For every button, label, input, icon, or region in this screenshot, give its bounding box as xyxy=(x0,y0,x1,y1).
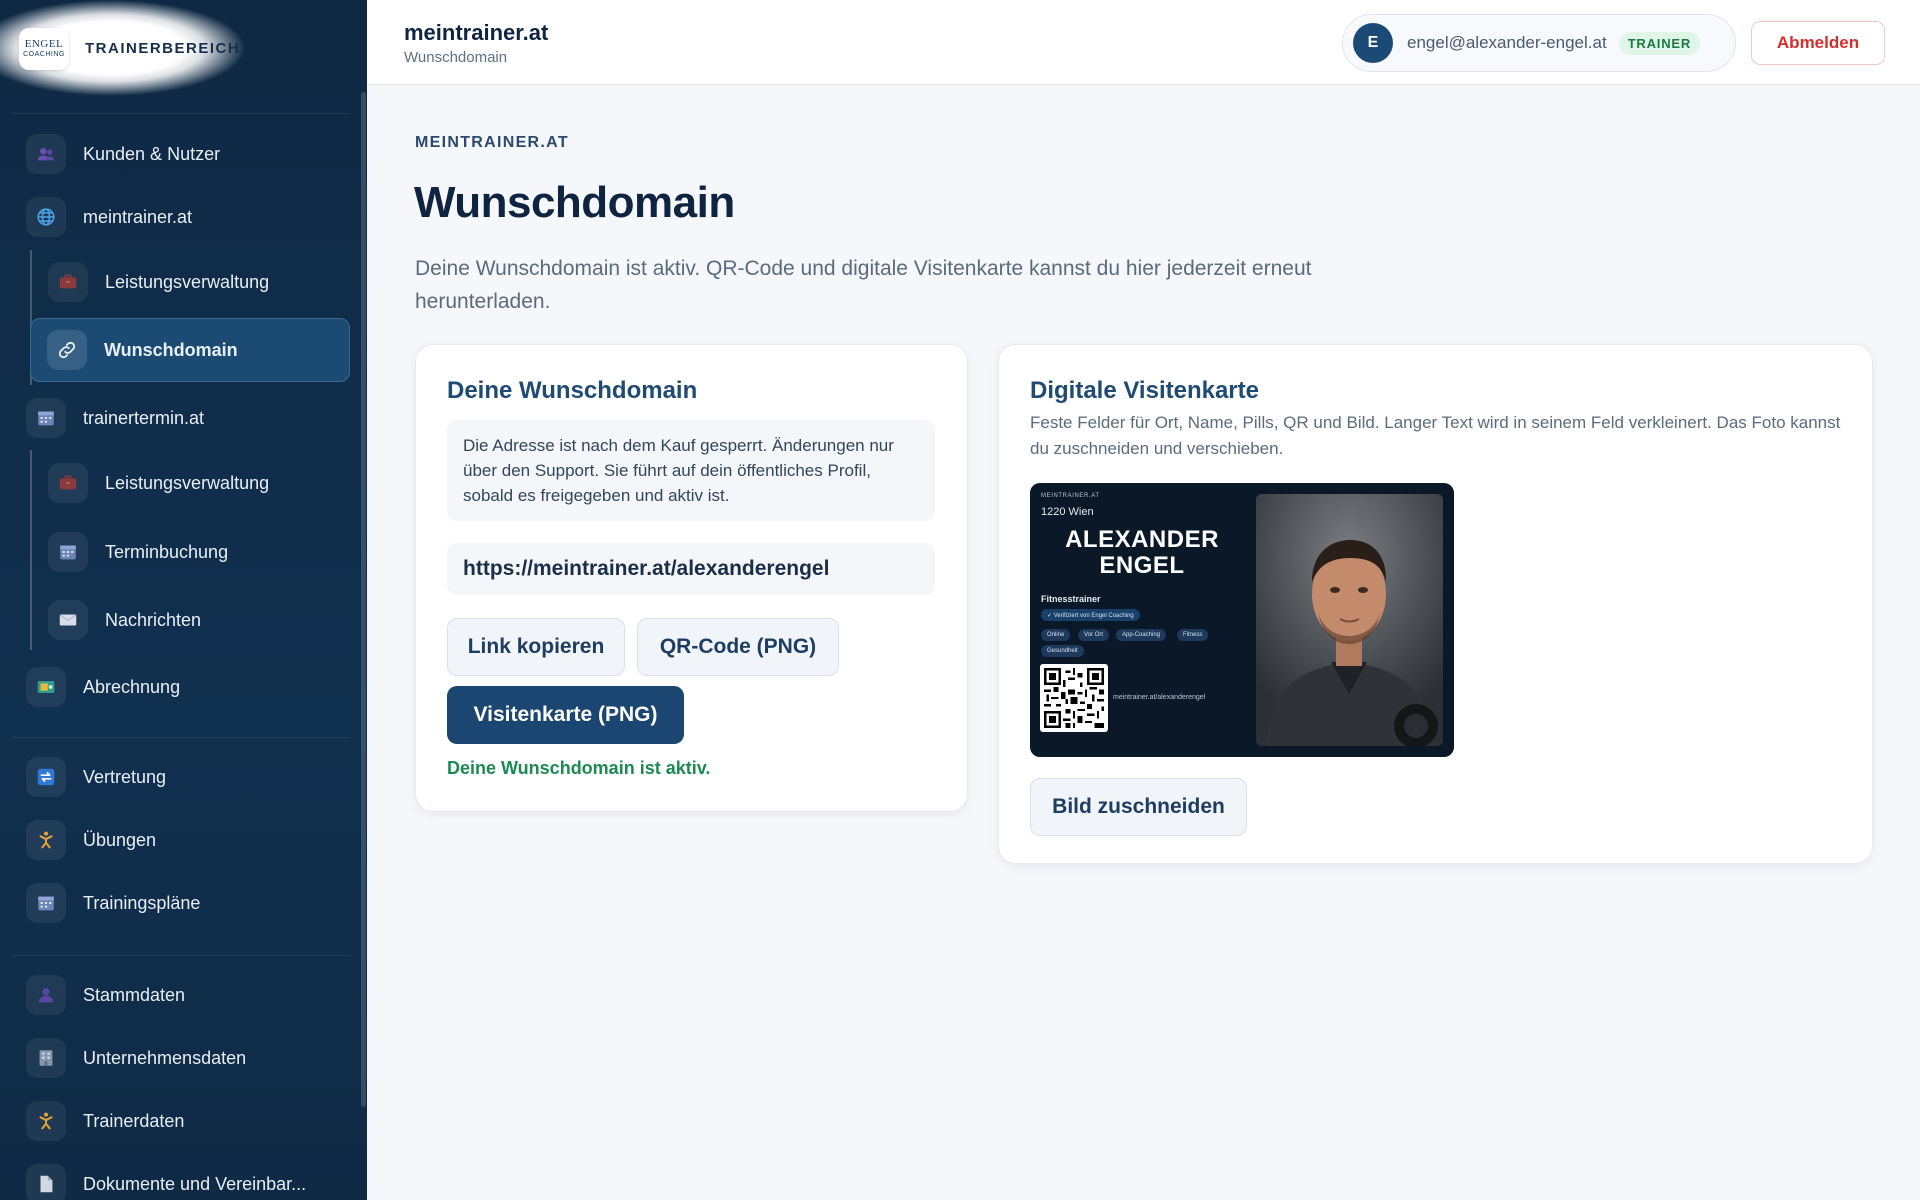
sidebar-item-label: Stammdaten xyxy=(83,984,186,1005)
sidebar-item-unternehmensdaten[interactable]: Unternehmensdaten xyxy=(26,1033,246,1083)
envelope-icon xyxy=(48,600,88,640)
preview-role: Fitnesstrainer xyxy=(1041,594,1101,604)
users-icon xyxy=(26,134,66,174)
preview-url: meintrainer.at/alexanderengel xyxy=(1113,694,1206,701)
link-icon xyxy=(47,330,87,370)
user-email: engel@alexander-engel.at xyxy=(1407,33,1607,52)
swap-icon xyxy=(26,757,66,797)
sidebar-divider xyxy=(12,737,350,738)
role-badge: TRAINER xyxy=(1618,31,1701,55)
sidebar-divider xyxy=(12,955,350,956)
header-title: meintrainer.at xyxy=(404,20,549,45)
sidebar-item-label: Kunden & Nutzer xyxy=(83,143,221,164)
trainer-photo xyxy=(1256,494,1443,746)
sidebar-item-kunden[interactable]: Kunden & Nutzer xyxy=(26,129,220,179)
avatar: E xyxy=(1353,23,1393,63)
top-header: meintrainer.at Wunschdomain E engel@alex… xyxy=(367,0,1920,85)
qr-code-download-button[interactable]: QR-Code (PNG) xyxy=(637,618,839,676)
brand-title: TRAINERBEREICH xyxy=(85,40,241,57)
tree-line xyxy=(30,450,32,650)
header-subtitle: Wunschdomain xyxy=(404,49,508,66)
preview-pill: Fitness xyxy=(1177,629,1209,641)
preview-name: ALEXANDER ENGEL xyxy=(1052,527,1232,579)
vcard-card-title: Digitale Visitenkarte xyxy=(1030,377,1259,404)
page-eyebrow: MEINTRAINER.AT xyxy=(415,134,569,151)
sidebar-item-label: Dokumente und Vereinbar... xyxy=(83,1173,307,1194)
brand-logo-subtext: COACHING xyxy=(23,51,65,58)
copy-link-button[interactable]: Link kopieren xyxy=(447,618,625,676)
briefcase-icon xyxy=(48,262,88,302)
sidebar-item-label: Nachrichten xyxy=(105,609,202,630)
person-icon xyxy=(26,975,66,1015)
preview-pill: Online xyxy=(1041,629,1071,641)
page-description: Deine Wunschdomain ist aktiv. QR-Code un… xyxy=(415,257,1312,313)
sidebar-item-stammdaten[interactable]: Stammdaten xyxy=(26,970,185,1020)
brand-area: ENGEL COACHING TRAINERBEREICH xyxy=(0,0,270,95)
preview-name-last: ENGEL xyxy=(1099,552,1185,579)
sidebar-item-label: Leistungsverwaltung xyxy=(105,271,270,292)
preview-verified-pill: ✓ Verifiziert von Engel Coaching xyxy=(1041,609,1140,621)
exercise-icon xyxy=(26,820,66,860)
sidebar-item-label: Vertretung xyxy=(83,766,167,787)
sidebar-item-label: Trainerdaten xyxy=(83,1110,185,1131)
exercise-icon xyxy=(26,1101,66,1141)
preview-name-first: ALEXANDER xyxy=(1065,526,1219,553)
logout-button[interactable]: Abmelden xyxy=(1751,21,1885,65)
sidebar-item-label: Abrechnung xyxy=(83,676,181,697)
sidebar-item-label: Terminbuchung xyxy=(105,541,229,562)
domain-status-text: Deine Wunschdomain ist aktiv. xyxy=(447,758,711,778)
preview-pill: App-Coaching xyxy=(1116,629,1167,641)
sidebar: ENGEL COACHING TRAINERBEREICH Kunden & N… xyxy=(0,0,367,1200)
document-icon xyxy=(26,1164,66,1200)
brand-logo[interactable]: ENGEL COACHING xyxy=(19,28,69,70)
sidebar-item-abrechnung[interactable]: Abrechnung xyxy=(26,662,180,712)
sidebar-item-vertretung[interactable]: Vertretung xyxy=(26,752,166,802)
sidebar-item-uebungen[interactable]: Übungen xyxy=(26,815,156,865)
sidebar-item-label: meintrainer.at xyxy=(83,206,193,227)
billing-icon xyxy=(26,667,66,707)
domain-url-field[interactable]: https://meintrainer.at/alexanderengel xyxy=(447,543,935,595)
sidebar-item-meintrainer[interactable]: meintrainer.at xyxy=(26,192,192,242)
sidebar-item-leistungsverwaltung-2[interactable]: Leistungsverwaltung xyxy=(48,458,269,508)
sidebar-item-trainertermin[interactable]: trainertermin.at xyxy=(26,393,204,443)
sidebar-item-leistungsverwaltung[interactable]: Leistungsverwaltung xyxy=(48,257,269,307)
vcard-description: Feste Felder für Ort, Name, Pills, QR un… xyxy=(1030,413,1841,458)
sidebar-divider xyxy=(12,113,350,114)
preview-location: 1220 Wien xyxy=(1041,506,1094,518)
qr-code-icon xyxy=(1040,664,1108,732)
domain-info-box: Die Adresse ist nach dem Kauf gesperrt. … xyxy=(447,420,935,521)
business-card-download-button[interactable]: Visitenkarte (PNG) xyxy=(447,686,684,744)
calendar-icon xyxy=(26,883,66,923)
sidebar-item-trainerdaten[interactable]: Trainerdaten xyxy=(26,1096,184,1146)
preview-pill: Vor Ort xyxy=(1078,629,1110,641)
sidebar-item-label: Unternehmensdaten xyxy=(83,1047,247,1068)
domain-card-title: Deine Wunschdomain xyxy=(447,377,698,404)
sidebar-item-wunschdomain[interactable]: Wunschdomain xyxy=(30,318,350,382)
sidebar-scrollbar[interactable] xyxy=(361,92,366,1107)
calendar-icon xyxy=(48,532,88,572)
user-menu[interactable]: E engel@alexander-engel.at TRAINER xyxy=(1342,14,1736,72)
vcard-card: Digitale Visitenkarte Feste Felder für O… xyxy=(998,344,1873,864)
sidebar-item-label: trainertermin.at xyxy=(83,407,205,428)
crop-image-button[interactable]: Bild zuschneiden xyxy=(1030,778,1247,836)
brand-logo-text: ENGEL xyxy=(24,38,64,50)
sidebar-item-trainingsplaene[interactable]: Trainingspläne xyxy=(26,878,200,928)
briefcase-icon xyxy=(48,463,88,503)
page-title: Wunschdomain xyxy=(414,178,735,227)
sidebar-item-label: Wunschdomain xyxy=(104,339,238,360)
preview-pill: Gesundheit xyxy=(1041,645,1084,657)
sidebar-item-terminbuchung[interactable]: Terminbuchung xyxy=(48,527,228,577)
business-card-preview: MEINTRAINER.AT 1220 Wien ALEXANDER ENGEL… xyxy=(1030,483,1454,757)
domain-card: Deine Wunschdomain Die Adresse ist nach … xyxy=(415,344,968,812)
globe-icon xyxy=(26,197,66,237)
preview-domain: MEINTRAINER.AT xyxy=(1041,493,1100,499)
building-icon xyxy=(26,1038,66,1078)
sidebar-item-label: Übungen xyxy=(83,829,157,850)
sidebar-item-dokumente[interactable]: Dokumente und Vereinbar... xyxy=(26,1159,306,1200)
calendar-icon xyxy=(26,398,66,438)
sidebar-item-label: Trainingspläne xyxy=(83,892,201,913)
sidebar-item-nachrichten[interactable]: Nachrichten xyxy=(48,595,201,645)
sidebar-item-label: Leistungsverwaltung xyxy=(105,472,270,493)
